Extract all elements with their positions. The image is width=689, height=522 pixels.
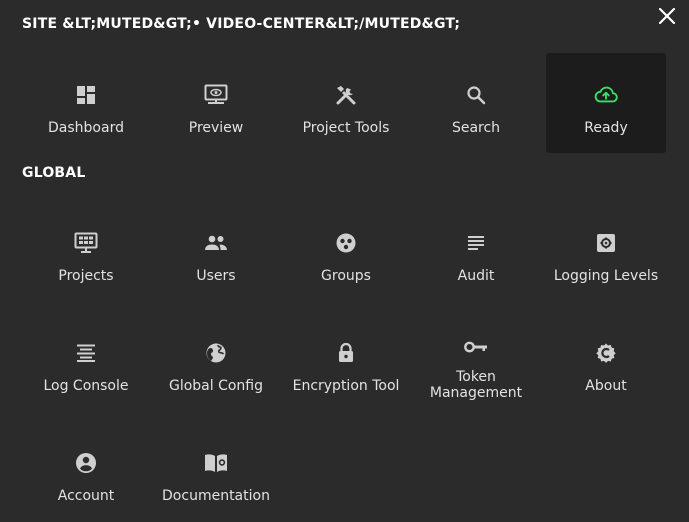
tile-encryption-tool[interactable]: Encryption Tool xyxy=(286,311,406,411)
tile-projects[interactable]: Projects xyxy=(26,201,146,301)
cloud-upload-icon xyxy=(594,83,618,107)
tile-documentation[interactable]: Documentation xyxy=(156,421,276,521)
about-icon xyxy=(594,341,618,365)
tile-project-tools[interactable]: Project Tools xyxy=(286,53,406,153)
tile-label: Search xyxy=(451,120,501,136)
tile-label: Audit xyxy=(457,268,495,284)
preview-icon xyxy=(204,83,228,107)
tile-label: Dashboard xyxy=(48,120,124,136)
tile-ready[interactable]: Ready xyxy=(546,53,666,153)
tile-dashboard[interactable]: Dashboard xyxy=(26,53,146,153)
dashboard-icon xyxy=(74,83,98,107)
tile-label: Global Config xyxy=(168,378,264,394)
tile-token-management[interactable]: Token Management xyxy=(416,311,536,411)
site-section-title: SITE &LT;MUTED&GT;• VIDEO-CENTER&LT;/MUT… xyxy=(22,16,461,32)
tile-preview[interactable]: Preview xyxy=(156,53,276,153)
tile-label-line1: Token xyxy=(456,369,496,385)
tile-label: Token Management xyxy=(416,369,536,401)
tile-users[interactable]: Users xyxy=(156,201,276,301)
tools-icon xyxy=(334,83,358,107)
tile-groups[interactable]: Groups xyxy=(286,201,406,301)
tile-label: Project Tools xyxy=(302,120,390,136)
tile-label: Groups xyxy=(321,268,371,284)
tile-label: Log Console xyxy=(43,378,129,394)
tile-search[interactable]: Search xyxy=(416,53,536,153)
close-button[interactable] xyxy=(655,4,679,28)
close-icon xyxy=(658,7,676,25)
tile-label: Documentation xyxy=(162,488,270,504)
tile-about[interactable]: About xyxy=(546,311,666,411)
key-icon xyxy=(464,335,488,359)
tile-label: Preview xyxy=(188,120,244,136)
audit-icon xyxy=(464,231,488,255)
account-icon xyxy=(74,451,98,475)
globe-icon xyxy=(204,341,228,365)
log-console-icon xyxy=(74,341,98,365)
tile-label: Users xyxy=(196,268,236,284)
tile-label: Encryption Tool xyxy=(292,378,400,394)
tile-global-config[interactable]: Global Config xyxy=(156,311,276,411)
documentation-icon xyxy=(204,451,228,475)
tile-label: Ready xyxy=(584,120,628,136)
projects-icon xyxy=(74,231,98,255)
tile-logging-levels[interactable]: Logging Levels xyxy=(546,201,666,301)
lock-icon xyxy=(334,341,358,365)
tile-label: Account xyxy=(57,488,115,504)
global-section-title: GLOBAL xyxy=(22,165,86,181)
tile-label: About xyxy=(585,378,627,394)
users-icon xyxy=(204,231,228,255)
tile-account[interactable]: Account xyxy=(26,421,146,521)
tile-label: Logging Levels xyxy=(553,268,659,284)
tile-audit[interactable]: Audit xyxy=(416,201,536,301)
search-icon xyxy=(464,83,488,107)
groups-icon xyxy=(334,231,358,255)
tile-label-line2: Management xyxy=(429,385,523,401)
tile-log-console[interactable]: Log Console xyxy=(26,311,146,411)
tile-label: Projects xyxy=(58,268,114,284)
logging-levels-icon xyxy=(594,231,618,255)
